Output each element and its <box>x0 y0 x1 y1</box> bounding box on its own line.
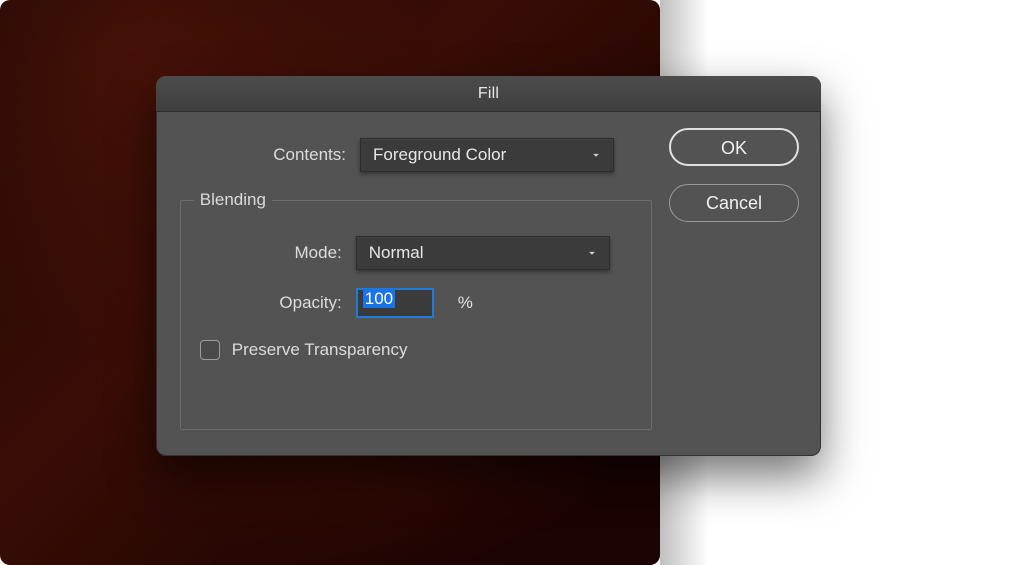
contents-value: Foreground Color <box>373 145 506 164</box>
chevron-down-icon <box>589 148 603 162</box>
fill-dialog: Fill OK Cancel Contents: Foreground Colo… <box>156 76 821 456</box>
opacity-value: 100 <box>363 289 395 308</box>
opacity-row: Opacity: 100 % <box>194 288 639 318</box>
chevron-down-icon <box>585 246 599 260</box>
blending-group: Blending Mode: Normal Opacity: 100 <box>180 190 652 430</box>
mode-label: Mode: <box>194 243 342 263</box>
mode-row: Mode: Normal <box>194 236 639 270</box>
contents-label: Contents: <box>176 145 346 165</box>
blending-legend: Blending <box>194 190 272 210</box>
mode-select[interactable]: Normal <box>356 236 610 270</box>
dialog-title: Fill <box>156 76 821 112</box>
preserve-transparency-label: Preserve Transparency <box>232 340 408 360</box>
cancel-button[interactable]: Cancel <box>669 184 799 222</box>
preserve-transparency-checkbox[interactable] <box>200 340 220 360</box>
dialog-buttons: OK Cancel <box>669 128 799 222</box>
mode-value: Normal <box>369 243 424 262</box>
opacity-unit: % <box>458 293 473 313</box>
opacity-input[interactable]: 100 <box>356 288 434 318</box>
ok-button[interactable]: OK <box>669 128 799 166</box>
preserve-row: Preserve Transparency <box>200 340 639 360</box>
contents-select[interactable]: Foreground Color <box>360 138 614 172</box>
opacity-label: Opacity: <box>194 293 342 313</box>
